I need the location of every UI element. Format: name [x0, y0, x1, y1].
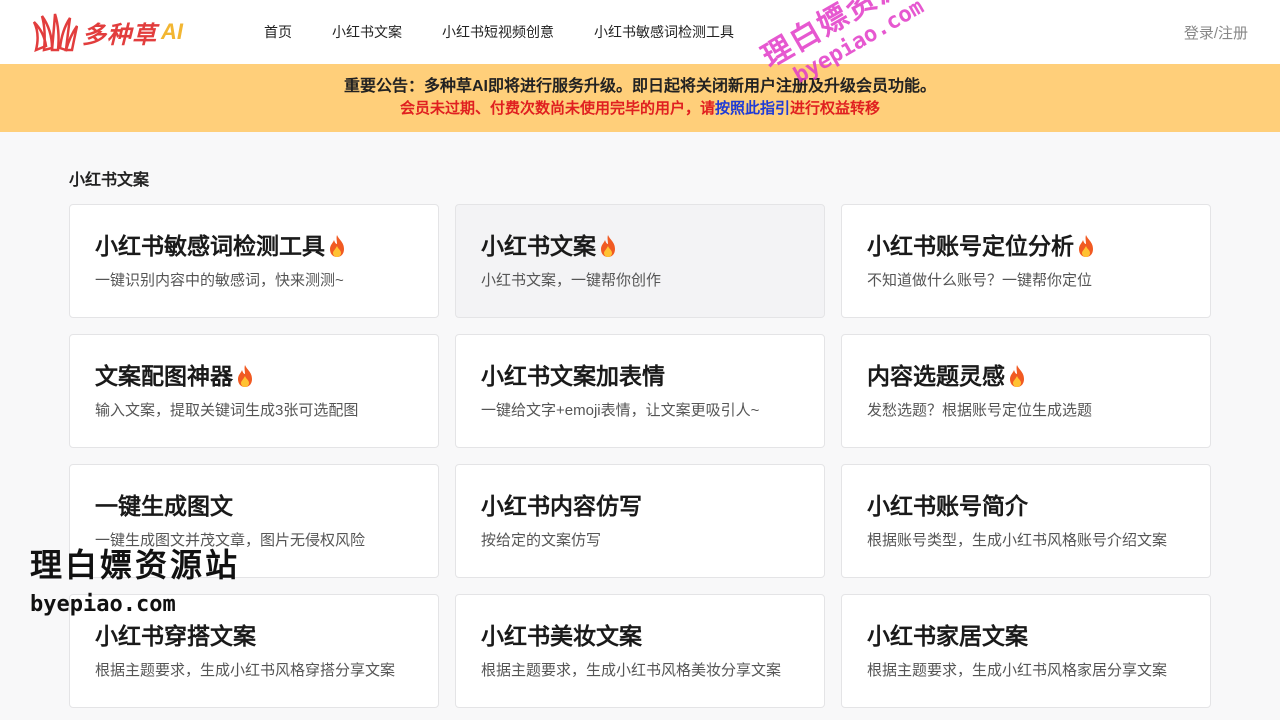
logo[interactable]: 多种草 AI [32, 12, 264, 52]
tool-card-description: 根据主题要求，生成小红书风格穿搭分享文案 [95, 662, 396, 679]
announcement-line2-after: 进行权益转移 [790, 100, 881, 117]
tool-card-title: 小红书美妆文案 [481, 621, 824, 651]
tool-card-description: 小红书文案，一键帮你创作 [481, 272, 662, 289]
tool-card-title: 小红书账号定位分析 [867, 231, 1210, 261]
tool-card-description: 根据账号类型，生成小红书风格账号介绍文案 [867, 532, 1168, 549]
tool-card[interactable]: 一键生成图文一键生成图文并茂文章，图片无侵权风险 [69, 464, 439, 578]
tool-card-title: 文案配图神器 [95, 361, 438, 391]
nav-home[interactable]: 首页 [264, 22, 292, 42]
grass-logo-icon [32, 13, 78, 52]
login-register-link[interactable]: 登录/注册 [1184, 22, 1248, 43]
top-header: 多种草 AI 首页 小红书文案 小红书短视频创意 小红书敏感词检测工具 登录/注… [0, 0, 1280, 64]
tool-card-title: 小红书穿搭文案 [95, 621, 438, 651]
tool-card-title-text: 小红书账号简介 [867, 493, 1028, 519]
tool-card-title-text: 小红书敏感词检测工具 [95, 233, 325, 259]
tool-card[interactable]: 小红书内容仿写按给定的文案仿写 [455, 464, 825, 578]
tool-card-description: 一键识别内容中的敏感词，快来测测~ [95, 272, 344, 289]
announcement-banner: 重要公告：多种草AI即将进行服务升级。即日起将关闭新用户注册及升级会员功能。 会… [0, 64, 1280, 132]
announcement-line2: 会员未过期、付费次数尚未使用完毕的用户，请按照此指引进行权益转移 [0, 98, 1280, 120]
tool-card-title: 内容选题灵感 [867, 361, 1210, 391]
tool-card-description: 不知道做什么账号？一键帮你定位 [867, 272, 1093, 289]
tool-card[interactable]: 小红书账号定位分析不知道做什么账号？一键帮你定位 [841, 204, 1211, 318]
tool-card-description: 根据主题要求，生成小红书风格家居分享文案 [867, 662, 1168, 679]
tool-card[interactable]: 小红书账号简介根据账号类型，生成小红书风格账号介绍文案 [841, 464, 1211, 578]
tool-card-title: 一键生成图文 [95, 491, 438, 521]
fire-icon [235, 364, 255, 388]
fire-icon [327, 234, 347, 258]
tool-card[interactable]: 小红书文案小红书文案，一键帮你创作 [455, 204, 825, 318]
tool-card-description: 发愁选题？根据账号定位生成选题 [867, 402, 1093, 419]
section-title: 小红书文案 [69, 172, 150, 189]
tool-card-description: 一键给文字+emoji表情，让文案更吸引人~ [481, 402, 760, 419]
tool-card-title-text: 小红书内容仿写 [481, 493, 642, 519]
tool-card-title-text: 小红书文案加表情 [481, 363, 665, 389]
tool-card-title-text: 一键生成图文 [95, 493, 233, 519]
logo-ai-text: AI [161, 19, 183, 44]
tool-card-title: 小红书文案加表情 [481, 361, 824, 391]
logo-text: 多种草 [82, 21, 157, 49]
tool-card[interactable]: 小红书文案加表情一键给文字+emoji表情，让文案更吸引人~ [455, 334, 825, 448]
tool-card[interactable]: 小红书家居文案根据主题要求，生成小红书风格家居分享文案 [841, 594, 1211, 708]
tool-card-title-text: 小红书账号定位分析 [867, 233, 1074, 259]
tool-card-description: 按给定的文案仿写 [481, 532, 602, 549]
fire-icon [1076, 234, 1096, 258]
tool-card[interactable]: 文案配图神器输入文案，提取关键词生成3张可选配图 [69, 334, 439, 448]
announcement-line1: 重要公告：多种草AI即将进行服务升级。即日起将关闭新用户注册及升级会员功能。 [343, 78, 936, 95]
tool-card[interactable]: 小红书穿搭文案根据主题要求，生成小红书风格穿搭分享文案 [69, 594, 439, 708]
tool-card-title: 小红书内容仿写 [481, 491, 824, 521]
tool-card-title: 小红书账号简介 [867, 491, 1210, 521]
announcement-line2-before: 会员未过期、付费次数尚未使用完毕的用户，请 [399, 100, 715, 117]
tool-card-title-text: 小红书美妆文案 [481, 623, 642, 649]
tool-card[interactable]: 内容选题灵感发愁选题？根据账号定位生成选题 [841, 334, 1211, 448]
tool-card-title-text: 小红书家居文案 [867, 623, 1028, 649]
tool-card[interactable]: 小红书敏感词检测工具一键识别内容中的敏感词，快来测测~ [69, 204, 439, 318]
tool-card-title: 小红书敏感词检测工具 [95, 231, 438, 261]
tool-card[interactable]: 小红书美妆文案根据主题要求，生成小红书风格美妆分享文案 [455, 594, 825, 708]
tool-card-description: 一键生成图文并茂文章，图片无侵权风险 [95, 532, 366, 549]
nav-xhs-sensitive-words[interactable]: 小红书敏感词检测工具 [594, 22, 734, 42]
nav-xhs-copy[interactable]: 小红书文案 [332, 22, 402, 42]
tool-card-title: 小红书文案 [481, 231, 824, 261]
tool-card-title-text: 小红书文案 [481, 233, 596, 259]
main-nav: 首页 小红书文案 小红书短视频创意 小红书敏感词检测工具 [264, 22, 774, 42]
nav-xhs-video-ideas[interactable]: 小红书短视频创意 [442, 22, 554, 42]
fire-icon [1007, 364, 1027, 388]
tool-card-title: 小红书家居文案 [867, 621, 1210, 651]
fire-icon [598, 234, 618, 258]
tool-card-title-text: 内容选题灵感 [867, 363, 1005, 389]
tool-card-description: 根据主题要求，生成小红书风格美妆分享文案 [481, 662, 782, 679]
migration-guide-link[interactable]: 按照此指引 [715, 100, 790, 117]
tool-card-description: 输入文案，提取关键词生成3张可选配图 [95, 402, 359, 419]
tool-card-grid: 小红书敏感词检测工具 一键识别内容中的敏感词，快来测测~ 小红书文案 小红书文案，一键… [69, 204, 1211, 708]
tool-card-title-text: 小红书穿搭文案 [95, 623, 256, 649]
tool-card-title-text: 文案配图神器 [95, 363, 233, 389]
